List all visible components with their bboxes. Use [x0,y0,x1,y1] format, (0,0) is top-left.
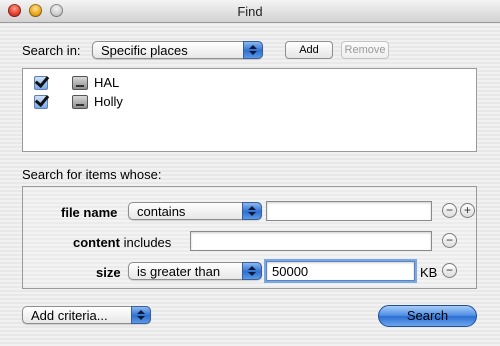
checkmark-icon [34,72,50,89]
search-button[interactable]: Search [378,305,477,327]
location-label-hal: HAL [94,75,120,90]
content-includes-label: content includes [73,235,171,250]
checkmark-icon [34,91,50,108]
location-checkbox-holly[interactable] [34,91,50,109]
search-in-selected-value: Specific places [101,43,188,58]
location-label-holly: Holly [94,94,123,109]
includes-label: includes [123,235,172,250]
size-operator-value: is greater than [137,264,221,279]
remove-content-criterion-button[interactable]: − [442,233,457,248]
size-value-input[interactable]: 50000 [266,261,415,281]
search-in-label: Search in: [22,43,81,58]
find-window: Find Search in: Specific places Add Remo… [0,0,500,346]
file-name-operator-value: contains [137,204,186,219]
remove-location-button[interactable]: Remove [341,41,389,59]
remove-size-criterion-button[interactable]: − [442,263,457,278]
remove-file-name-criterion-button[interactable]: − [442,203,457,218]
size-unit-label: KB [420,265,438,280]
search-in-popup[interactable]: Specific places [92,41,263,59]
locations-list[interactable]: HAL Holly [22,68,477,152]
add-location-button[interactable]: Add [285,41,333,59]
add-criteria-popup[interactable]: Add criteria... [22,306,151,324]
hard-disk-icon [72,95,88,109]
size-operator-popup[interactable]: is greater than [128,262,262,280]
location-row-hal[interactable]: HAL [23,72,476,92]
title-bar[interactable]: Find [0,0,500,23]
window-title: Find [237,4,263,19]
criteria-header: Search for items whose: [22,167,162,182]
file-name-operator-popup[interactable]: contains [128,202,262,220]
popup-arrows-icon [131,306,151,324]
add-criterion-button[interactable]: + [460,203,475,218]
content-label: content [73,235,120,250]
size-label: size [96,265,121,280]
location-checkbox-hal[interactable] [34,72,50,90]
popup-arrows-icon [243,41,263,59]
file-name-label: file name [61,205,118,220]
add-criteria-label: Add criteria... [31,308,108,323]
file-name-input[interactable] [266,201,432,221]
popup-arrows-icon [242,262,262,280]
popup-arrows-icon [242,202,262,220]
location-row-holly[interactable]: Holly [23,91,476,111]
hard-disk-icon [72,76,88,90]
content-includes-input[interactable] [190,231,432,251]
